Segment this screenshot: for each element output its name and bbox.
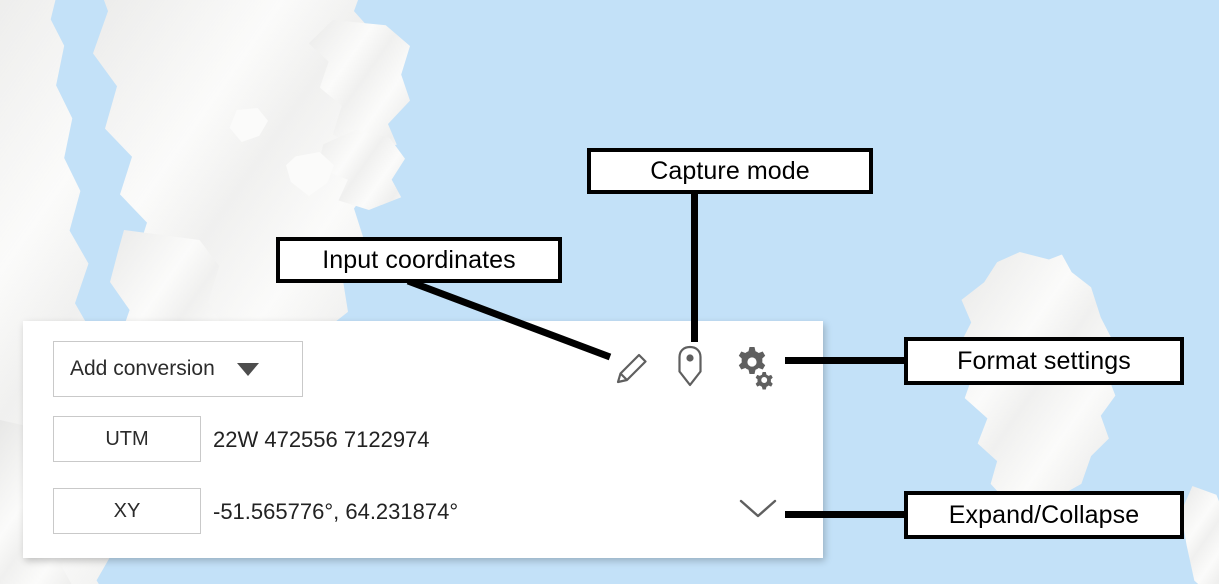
conversion-label-text: XY	[113, 499, 141, 522]
callout-format-settings: Format settings	[904, 337, 1184, 385]
leader-line-expand-collapse	[785, 511, 909, 518]
conversion-label-xy[interactable]: XY	[53, 488, 201, 534]
leader-line-format-settings	[785, 357, 909, 364]
caret-down-icon	[236, 362, 259, 376]
conversion-label-text: UTM	[105, 427, 149, 450]
conversion-value-utm[interactable]: 22W 472556 7122974	[213, 427, 430, 453]
callout-capture-mode: Capture mode	[587, 148, 873, 194]
map-pin-icon[interactable]	[673, 343, 707, 391]
leader-line-input-coordinates	[406, 277, 612, 361]
add-conversion-dropdown[interactable]: Add conversion	[53, 341, 303, 397]
conversion-label-utm[interactable]: UTM	[53, 416, 201, 462]
callout-expand-collapse: Expand/Collapse	[904, 491, 1184, 539]
callout-label: Format settings	[957, 346, 1131, 375]
leader-line-capture-mode	[691, 192, 698, 342]
add-conversion-label: Add conversion	[70, 357, 215, 380]
conversion-value-xy[interactable]: -51.565776°, 64.231874°	[213, 499, 458, 525]
callout-label: Input coordinates	[322, 245, 516, 274]
callout-label: Capture mode	[650, 156, 810, 185]
callout-label: Expand/Collapse	[948, 500, 1140, 529]
chevron-down-icon[interactable]	[735, 493, 781, 523]
gears-icon[interactable]	[731, 343, 777, 391]
callout-input-coordinates: Input coordinates	[276, 237, 562, 283]
screenshot-root: Add conversion UTM 22W 472556 7122974 XY…	[0, 0, 1219, 584]
